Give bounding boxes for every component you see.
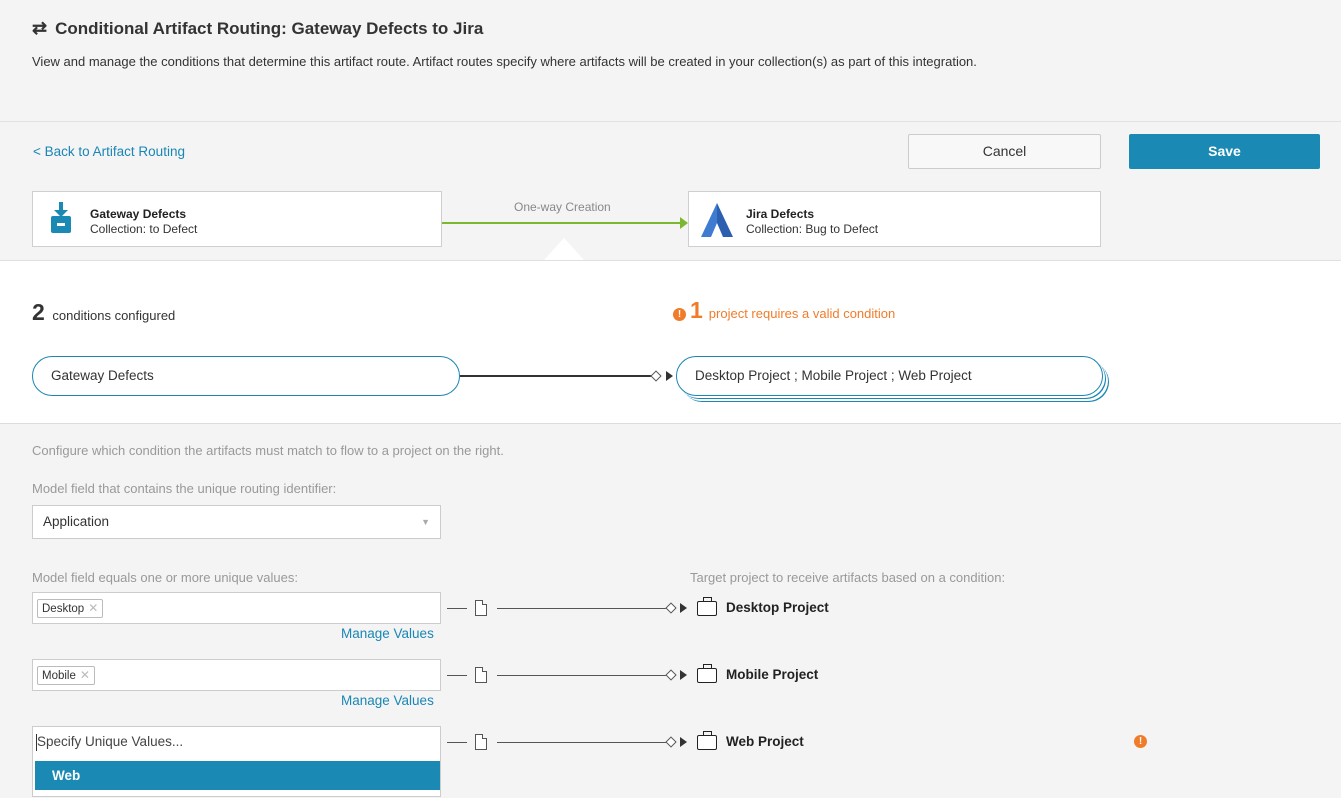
dropdown-option-web[interactable]: Web <box>35 761 440 790</box>
connector-arrow-icon <box>680 670 687 680</box>
document-icon <box>475 667 487 683</box>
target-collection-card: Jira Defects Collection: Bug to Defect <box>688 191 1101 247</box>
chevron-down-icon: ▼ <box>421 517 430 527</box>
target-name: Jira Defects <box>746 207 815 221</box>
briefcase-icon <box>697 664 717 683</box>
connector-arrow-icon <box>680 603 687 613</box>
values-input-desktop[interactable]: Desktop ✕ <box>32 592 441 624</box>
text-cursor <box>36 734 37 751</box>
warning-count: 1 <box>690 297 703 323</box>
source-pill[interactable]: Gateway Defects <box>32 356 460 396</box>
remove-chip-icon[interactable]: ✕ <box>88 601 98 615</box>
flow-type-label: One-way Creation <box>514 200 611 214</box>
page-title-text: Conditional Artifact Routing: Gateway De… <box>55 18 484 38</box>
source-collection-card: Gateway Defects Collection: to Defect <box>32 191 442 247</box>
document-icon <box>475 600 487 616</box>
page-title: ⇄ Conditional Artifact Routing: Gateway … <box>32 18 483 39</box>
cancel-button[interactable]: Cancel <box>908 134 1101 169</box>
warning-icon: ! <box>1134 735 1147 748</box>
route-line <box>497 742 667 743</box>
conditions-count-number: 2 <box>32 299 45 325</box>
route-connector <box>460 375 652 377</box>
page-description: View and manage the conditions that dete… <box>32 54 977 69</box>
document-icon <box>475 734 487 750</box>
swap-arrows-icon: ⇄ <box>32 18 48 38</box>
save-button[interactable]: Save <box>1129 134 1320 169</box>
connector-arrow-icon <box>666 371 673 381</box>
value-chip: Mobile ✕ <box>37 666 95 685</box>
warning-label: project requires a valid condition <box>708 306 896 321</box>
briefcase-icon <box>697 597 717 616</box>
manage-values-link[interactable]: Manage Values <box>341 693 434 708</box>
target-projects-pill[interactable]: Desktop Project ; Mobile Project ; Web P… <box>676 356 1103 396</box>
target-collection: Collection: Bug to Defect <box>746 222 879 236</box>
route-line <box>447 608 467 609</box>
values-dropdown: Web <box>32 757 441 797</box>
source-name: Gateway Defects <box>90 207 187 221</box>
warning-icon: ! <box>673 308 686 321</box>
values-input-web[interactable]: Specify Unique Values... <box>32 726 441 758</box>
route-line <box>447 742 467 743</box>
project-label-web: Web Project <box>726 734 804 749</box>
field-label: Model field that contains the unique rou… <box>32 481 337 496</box>
source-collection: Collection: to Defect <box>90 222 198 236</box>
values-label: Model field equals one or more unique va… <box>32 570 298 585</box>
jira-logo-icon <box>701 203 733 237</box>
conditions-count-label: conditions configured <box>52 308 176 323</box>
summary-section <box>0 260 1341 423</box>
project-label-desktop: Desktop Project <box>726 600 829 615</box>
target-label: Target project to receive artifacts base… <box>690 570 1006 585</box>
validation-warning: ! 1 project requires a valid condition <box>673 297 896 323</box>
value-chip-label: Mobile <box>42 670 76 682</box>
project-label-mobile: Mobile Project <box>726 667 819 682</box>
section-notch <box>544 238 584 260</box>
remove-chip-icon[interactable]: ✕ <box>80 668 90 682</box>
value-chip-label: Desktop <box>42 603 85 615</box>
manage-values-link[interactable]: Manage Values <box>341 626 434 641</box>
value-chip: Desktop ✕ <box>37 599 104 618</box>
flow-arrow-icon <box>680 217 688 229</box>
values-placeholder: Specify Unique Values... <box>37 734 184 749</box>
route-line <box>497 675 667 676</box>
back-to-artifact-routing-link[interactable]: < Back to Artifact Routing <box>33 144 185 159</box>
connector-arrow-icon <box>680 737 687 747</box>
briefcase-icon <box>697 731 717 750</box>
route-line <box>447 675 467 676</box>
routing-field-select[interactable]: Application ▼ <box>32 505 441 539</box>
routing-field-value: Application <box>43 514 110 529</box>
conditions-count: 2 conditions configured <box>32 299 175 326</box>
config-intro: Configure which condition the artifacts … <box>32 443 504 458</box>
values-input-mobile[interactable]: Mobile ✕ <box>32 659 441 691</box>
download-box-icon <box>51 202 71 233</box>
flow-line <box>442 222 682 224</box>
route-line <box>497 608 667 609</box>
